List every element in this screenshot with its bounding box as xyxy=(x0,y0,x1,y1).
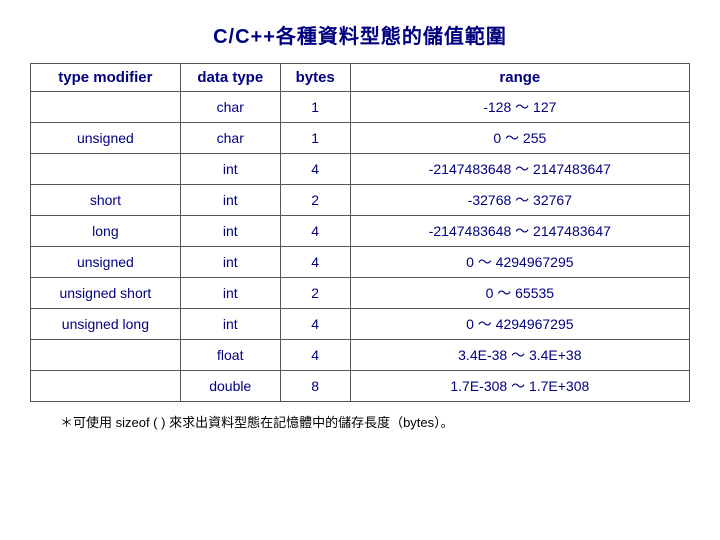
cell-type-modifier xyxy=(31,92,181,123)
table-row: unsigned longint40 ～ 4294967295 xyxy=(31,309,690,340)
cell-bytes: 8 xyxy=(280,371,350,402)
cell-range: 1.7E-308 ～ 1.7E+308 xyxy=(350,371,689,402)
cell-range: -2147483648 ～ 2147483647 xyxy=(350,216,689,247)
cell-bytes: 2 xyxy=(280,185,350,216)
header-bytes: bytes xyxy=(280,64,350,92)
data-types-table: type modifier data type bytes range char… xyxy=(30,63,690,402)
cell-data-type: char xyxy=(180,92,280,123)
cell-type-modifier: short xyxy=(31,185,181,216)
table-row: double81.7E-308 ～ 1.7E+308 xyxy=(31,371,690,402)
cell-bytes: 1 xyxy=(280,92,350,123)
cell-data-type: int xyxy=(180,278,280,309)
cell-type-modifier xyxy=(31,340,181,371)
header-data-type: data type xyxy=(180,64,280,92)
cell-range: 0 ～ 4294967295 xyxy=(350,247,689,278)
table-row: unsignedint40 ～ 4294967295 xyxy=(31,247,690,278)
cell-bytes: 4 xyxy=(280,340,350,371)
table-row: char1-128 ～ 127 xyxy=(31,92,690,123)
cell-data-type: char xyxy=(180,123,280,154)
cell-range: -128 ～ 127 xyxy=(350,92,689,123)
cell-type-modifier: unsigned short xyxy=(31,278,181,309)
cell-range: 0 ～ 255 xyxy=(350,123,689,154)
cell-range: 0 ～ 65535 xyxy=(350,278,689,309)
cell-data-type: float xyxy=(180,340,280,371)
cell-type-modifier: unsigned xyxy=(31,247,181,278)
cell-data-type: int xyxy=(180,216,280,247)
table-row: longint4-2147483648 ～ 2147483647 xyxy=(31,216,690,247)
cell-type-modifier: unsigned xyxy=(31,123,181,154)
cell-range: -32768 ～ 32767 xyxy=(350,185,689,216)
header-type-modifier: type modifier xyxy=(31,64,181,92)
cell-data-type: int xyxy=(180,247,280,278)
cell-type-modifier: long xyxy=(31,216,181,247)
cell-bytes: 4 xyxy=(280,154,350,185)
cell-type-modifier: unsigned long xyxy=(31,309,181,340)
cell-range: 3.4E-38 ～ 3.4E+38 xyxy=(350,340,689,371)
cell-data-type: int xyxy=(180,154,280,185)
cell-data-type: double xyxy=(180,371,280,402)
cell-type-modifier xyxy=(31,371,181,402)
table-row: shortint2-32768 ～ 32767 xyxy=(31,185,690,216)
cell-range: 0 ～ 4294967295 xyxy=(350,309,689,340)
table-row: int4-2147483648 ～ 2147483647 xyxy=(31,154,690,185)
cell-type-modifier xyxy=(31,154,181,185)
header-range: range xyxy=(350,64,689,92)
table-row: float43.4E-38 ～ 3.4E+38 xyxy=(31,340,690,371)
table-row: unsigned shortint20 ～ 65535 xyxy=(31,278,690,309)
cell-bytes: 2 xyxy=(280,278,350,309)
cell-range: -2147483648 ～ 2147483647 xyxy=(350,154,689,185)
cell-bytes: 4 xyxy=(280,247,350,278)
cell-data-type: int xyxy=(180,185,280,216)
cell-data-type: int xyxy=(180,309,280,340)
page-title: C/C++各種資料型態的儲值範圍 xyxy=(213,20,507,49)
cell-bytes: 4 xyxy=(280,309,350,340)
table-row: unsignedchar10 ～ 255 xyxy=(31,123,690,154)
cell-bytes: 4 xyxy=(280,216,350,247)
cell-bytes: 1 xyxy=(280,123,350,154)
footer-note: ＊可使用 sizeof ( ) 來求出資料型態在記憶體中的儲存長度（bytes）… xyxy=(60,412,454,431)
